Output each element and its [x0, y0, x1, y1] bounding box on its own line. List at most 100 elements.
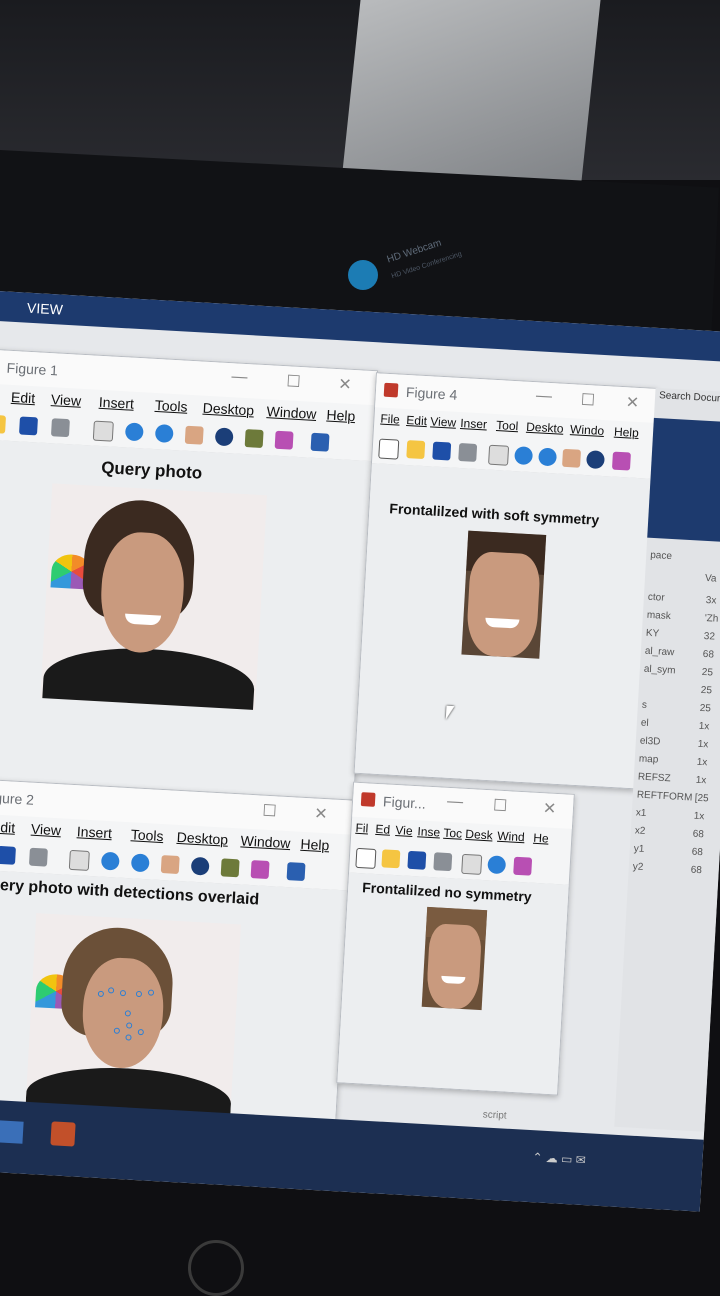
- rotate-icon[interactable]: [586, 450, 605, 470]
- workspace-variable-name[interactable]: al_sym: [644, 664, 676, 677]
- menu-insert[interactable]: Inse: [417, 824, 440, 839]
- open-folder-icon[interactable]: [406, 440, 426, 460]
- brush-icon[interactable]: [611, 451, 631, 471]
- workspace-variable-name[interactable]: el3D: [640, 736, 661, 748]
- workspace-variable-name[interactable]: y1: [634, 843, 645, 855]
- close-icon[interactable]: ✕: [338, 374, 353, 395]
- menu-tools[interactable]: Tools: [130, 826, 164, 844]
- brush-icon[interactable]: [513, 856, 533, 876]
- workspace-variable-name[interactable]: mask: [647, 610, 671, 622]
- pointer-icon[interactable]: [461, 853, 483, 875]
- zoom-in-icon[interactable]: [487, 855, 507, 875]
- close-icon[interactable]: ✕: [542, 798, 557, 819]
- workspace-variable-name[interactable]: REFSZ: [638, 771, 671, 784]
- menu-edit[interactable]: Edit: [11, 389, 36, 406]
- menu-file[interactable]: Fil: [355, 821, 368, 836]
- zoom-in-icon[interactable]: [124, 422, 144, 442]
- pointer-icon[interactable]: [92, 420, 114, 442]
- maximize-icon[interactable]: ☐: [580, 390, 595, 411]
- maximize-icon[interactable]: ☐: [492, 795, 508, 816]
- figure-3-window[interactable]: Figur... — ☐ ✕ Fil Ed Vie Inse Toc Desk …: [336, 781, 575, 1096]
- pan-hand-icon[interactable]: [562, 448, 582, 468]
- new-file-icon[interactable]: [355, 847, 377, 869]
- pan-hand-icon[interactable]: [184, 425, 204, 445]
- menu-help[interactable]: Help: [614, 425, 639, 440]
- workspace-variable-name[interactable]: KY: [646, 628, 660, 640]
- menu-desktop[interactable]: Deskto: [526, 420, 564, 436]
- minimize-icon[interactable]: —: [231, 368, 248, 387]
- maximize-icon[interactable]: ☐: [262, 801, 277, 822]
- menu-window[interactable]: Window: [240, 832, 291, 851]
- close-icon[interactable]: ✕: [314, 803, 329, 824]
- menu-insert[interactable]: Insert: [98, 394, 134, 412]
- workspace-variable-name[interactable]: x1: [636, 807, 647, 819]
- workspace-variable-name[interactable]: el: [641, 718, 649, 729]
- taskbar-app-icon[interactable]: [0, 1120, 24, 1144]
- zoom-in-icon[interactable]: [100, 851, 120, 871]
- menu-help[interactable]: He: [533, 831, 549, 846]
- pointer-icon[interactable]: [488, 444, 510, 466]
- open-folder-icon[interactable]: [381, 849, 401, 869]
- menu-window[interactable]: Window: [266, 403, 317, 422]
- zoom-out-icon[interactable]: [538, 447, 558, 467]
- rotate-icon[interactable]: [190, 856, 210, 876]
- save-icon[interactable]: [19, 416, 38, 436]
- save-icon[interactable]: [0, 845, 16, 865]
- search-documentation-field[interactable]: Search Documen: [659, 390, 720, 405]
- workspace-variable-name[interactable]: al_raw: [645, 646, 675, 659]
- pan-hand-icon[interactable]: [160, 855, 180, 875]
- new-file-icon[interactable]: [378, 438, 400, 460]
- print-icon[interactable]: [458, 442, 478, 462]
- brush-icon[interactable]: [250, 860, 270, 880]
- menu-edit[interactable]: Edit: [0, 818, 16, 835]
- menu-window[interactable]: Windo: [570, 422, 605, 438]
- menu-tools[interactable]: Tools: [154, 397, 188, 415]
- matlab-taskbar-icon[interactable]: [50, 1121, 76, 1147]
- menu-help[interactable]: Help: [300, 836, 330, 854]
- menu-tools[interactable]: Tool: [496, 418, 519, 433]
- zoom-out-icon[interactable]: [154, 424, 174, 443]
- menu-view[interactable]: View: [31, 821, 62, 839]
- menu-window[interactable]: Wind: [497, 829, 525, 845]
- data-cursor-icon[interactable]: [244, 429, 264, 449]
- open-folder-icon[interactable]: [0, 414, 7, 434]
- menu-help[interactable]: Help: [326, 407, 356, 425]
- data-cursor-icon[interactable]: [220, 858, 240, 878]
- close-icon[interactable]: ✕: [625, 392, 640, 413]
- zoom-in-icon[interactable]: [514, 446, 534, 466]
- save-icon[interactable]: [407, 850, 427, 870]
- figure-1-window[interactable]: Figure 1 — ☐ ✕ e Edit View Insert Tools …: [0, 347, 379, 802]
- rotate-icon[interactable]: [214, 427, 234, 447]
- menu-file[interactable]: File: [380, 412, 400, 427]
- system-tray-icons[interactable]: ⌃ ☁ ▭ ✉: [532, 1150, 586, 1167]
- link-icon[interactable]: [310, 432, 330, 452]
- save-icon[interactable]: [432, 441, 452, 461]
- ribbon-view-tab[interactable]: VIEW: [27, 300, 64, 318]
- print-icon[interactable]: [28, 847, 48, 867]
- minimize-icon[interactable]: —: [535, 387, 552, 406]
- menu-edit[interactable]: Ed: [375, 822, 390, 837]
- link-icon[interactable]: [286, 862, 306, 882]
- workspace-variable-name[interactable]: ctor: [648, 592, 665, 604]
- workspace-variable-name[interactable]: REFTFORM: [637, 789, 693, 803]
- print-icon[interactable]: [433, 852, 453, 872]
- menu-desktop[interactable]: Desktop: [176, 829, 228, 848]
- figure-4-window[interactable]: Figure 4 — ☐ ✕ File Edit View Inser Tool…: [353, 372, 658, 790]
- menu-view[interactable]: Vie: [395, 823, 413, 838]
- menu-view[interactable]: View: [51, 391, 82, 409]
- print-icon[interactable]: [50, 418, 70, 438]
- menu-view[interactable]: View: [430, 414, 457, 429]
- menu-desktop[interactable]: Desk: [465, 827, 493, 843]
- minimize-icon[interactable]: —: [447, 793, 464, 812]
- maximize-icon[interactable]: ☐: [286, 371, 301, 392]
- zoom-out-icon[interactable]: [130, 853, 150, 873]
- menu-desktop[interactable]: Desktop: [202, 400, 254, 419]
- workspace-variable-name[interactable]: map: [639, 754, 659, 766]
- menu-edit[interactable]: Edit: [406, 413, 427, 428]
- workspace-variable-name[interactable]: s: [642, 700, 648, 711]
- menu-tools[interactable]: Toc: [443, 826, 462, 841]
- menu-insert[interactable]: Inser: [460, 416, 487, 431]
- workspace-variable-name[interactable]: x2: [635, 825, 646, 837]
- menu-insert[interactable]: Insert: [76, 823, 112, 841]
- pointer-icon[interactable]: [68, 849, 90, 871]
